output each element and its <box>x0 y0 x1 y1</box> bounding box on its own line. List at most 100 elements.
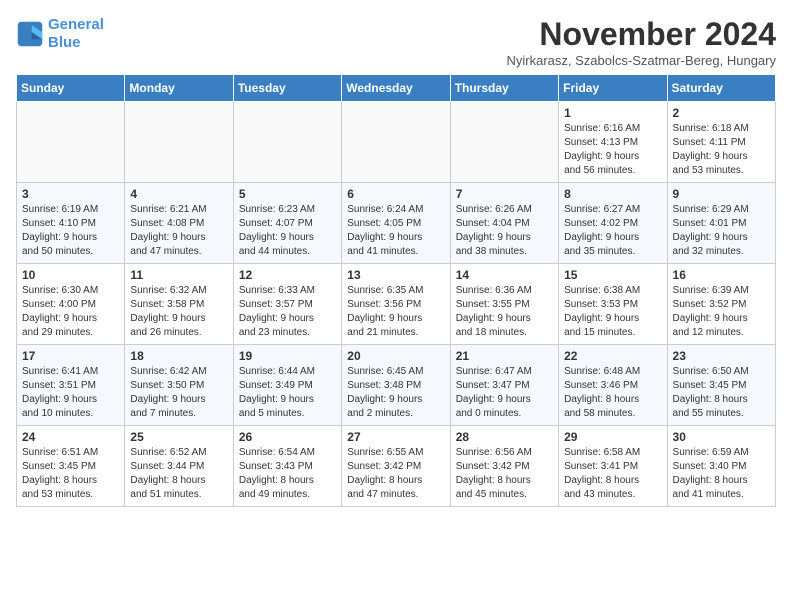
day-cell: 9 Sunrise: 6:29 AM Sunset: 4:01 PM Daylig… <box>667 183 775 264</box>
logo: General Blue <box>16 16 104 52</box>
header-wednesday: Wednesday <box>342 75 450 102</box>
day-number: 3 <box>22 187 119 201</box>
day-cell: 13 Sunrise: 6:35 AM Sunset: 3:56 PM Dayli… <box>342 264 450 345</box>
day-cell: 3 Sunrise: 6:19 AM Sunset: 4:10 PM Daylig… <box>17 183 125 264</box>
day-number: 17 <box>22 349 119 363</box>
day-info: Sunrise: 6:27 AM Sunset: 4:02 PM Dayligh… <box>564 203 661 259</box>
day-info: Sunrise: 6:19 AM Sunset: 4:10 PM Dayligh… <box>22 203 119 259</box>
day-cell: 26 Sunrise: 6:54 AM Sunset: 3:43 PM Dayli… <box>233 426 341 507</box>
day-cell: 5Sunrise: 6:23 AM Sunset: 4:07 PM Daylig… <box>233 183 341 264</box>
day-cell: 17 Sunrise: 6:41 AM Sunset: 3:51 PM Dayli… <box>17 345 125 426</box>
day-cell: 18 Sunrise: 6:42 AM Sunset: 3:50 PM Dayli… <box>125 345 233 426</box>
day-cell: 21 Sunrise: 6:47 AM Sunset: 3:47 PM Dayli… <box>450 345 558 426</box>
day-number: 13 <box>347 268 444 282</box>
day-number: 26 <box>239 430 336 444</box>
day-number: 10 <box>22 268 119 282</box>
day-number: 21 <box>456 349 553 363</box>
day-info: Sunrise: 6:30 AM Sunset: 4:00 PM Dayligh… <box>22 284 119 340</box>
day-info: Sunrise: 6:54 AM Sunset: 3:43 PM Dayligh… <box>239 446 336 502</box>
day-number: 28 <box>456 430 553 444</box>
day-cell: 12 Sunrise: 6:33 AM Sunset: 3:57 PM Dayli… <box>233 264 341 345</box>
header-saturday: Saturday <box>667 75 775 102</box>
logo-text: General Blue <box>48 16 104 52</box>
day-number: 24 <box>22 430 119 444</box>
logo-icon <box>16 20 44 48</box>
week-row-3: 10 Sunrise: 6:30 AM Sunset: 4:00 PM Dayli… <box>17 264 776 345</box>
day-info: Sunrise: 6:33 AM Sunset: 3:57 PM Dayligh… <box>239 284 336 340</box>
day-number: 5 <box>239 187 336 201</box>
day-info: Sunrise: 6:21 AM Sunset: 4:08 PM Dayligh… <box>130 203 227 259</box>
day-cell: 19 Sunrise: 6:44 AM Sunset: 3:49 PM Dayli… <box>233 345 341 426</box>
day-cell: 16 Sunrise: 6:39 AM Sunset: 3:52 PM Dayli… <box>667 264 775 345</box>
day-number: 19 <box>239 349 336 363</box>
day-cell: 25Sunrise: 6:52 AM Sunset: 3:44 PM Dayli… <box>125 426 233 507</box>
day-number: 12 <box>239 268 336 282</box>
day-info: Sunrise: 6:44 AM Sunset: 3:49 PM Dayligh… <box>239 365 336 421</box>
day-info: Sunrise: 6:45 AM Sunset: 3:48 PM Dayligh… <box>347 365 444 421</box>
day-cell: 28 Sunrise: 6:56 AM Sunset: 3:42 PM Dayli… <box>450 426 558 507</box>
day-number: 9 <box>673 187 770 201</box>
day-info: Sunrise: 6:18 AM Sunset: 4:11 PM Dayligh… <box>673 122 770 178</box>
day-info: Sunrise: 6:38 AM Sunset: 3:53 PM Dayligh… <box>564 284 661 340</box>
day-cell: 20 Sunrise: 6:45 AM Sunset: 3:48 PM Dayli… <box>342 345 450 426</box>
day-number: 18 <box>130 349 227 363</box>
day-number: 14 <box>456 268 553 282</box>
day-number: 15 <box>564 268 661 282</box>
calendar-header-row: SundayMondayTuesdayWednesdayThursdayFrid… <box>17 75 776 102</box>
day-number: 27 <box>347 430 444 444</box>
day-info: Sunrise: 6:50 AM Sunset: 3:45 PM Dayligh… <box>673 365 770 421</box>
day-info: Sunrise: 6:41 AM Sunset: 3:51 PM Dayligh… <box>22 365 119 421</box>
day-cell <box>125 102 233 183</box>
header-monday: Monday <box>125 75 233 102</box>
week-row-1: 1Sunrise: 6:16 AM Sunset: 4:13 PM Daylig… <box>17 102 776 183</box>
day-cell: 14 Sunrise: 6:36 AM Sunset: 3:55 PM Dayli… <box>450 264 558 345</box>
day-cell: 22 Sunrise: 6:48 AM Sunset: 3:46 PM Dayli… <box>559 345 667 426</box>
day-info: Sunrise: 6:29 AM Sunset: 4:01 PM Dayligh… <box>673 203 770 259</box>
day-cell <box>450 102 558 183</box>
day-cell: 2 Sunrise: 6:18 AM Sunset: 4:11 PM Daylig… <box>667 102 775 183</box>
day-number: 4 <box>130 187 227 201</box>
day-info: Sunrise: 6:42 AM Sunset: 3:50 PM Dayligh… <box>130 365 227 421</box>
week-row-4: 17 Sunrise: 6:41 AM Sunset: 3:51 PM Dayli… <box>17 345 776 426</box>
day-cell: 15 Sunrise: 6:38 AM Sunset: 3:53 PM Dayli… <box>559 264 667 345</box>
day-number: 6 <box>347 187 444 201</box>
day-info: Sunrise: 6:59 AM Sunset: 3:40 PM Dayligh… <box>673 446 770 502</box>
day-info: Sunrise: 6:36 AM Sunset: 3:55 PM Dayligh… <box>456 284 553 340</box>
day-info: Sunrise: 6:35 AM Sunset: 3:56 PM Dayligh… <box>347 284 444 340</box>
day-info: Sunrise: 6:58 AM Sunset: 3:41 PM Dayligh… <box>564 446 661 502</box>
day-info: Sunrise: 6:48 AM Sunset: 3:46 PM Dayligh… <box>564 365 661 421</box>
day-number: 1 <box>564 106 661 120</box>
day-number: 8 <box>564 187 661 201</box>
day-number: 25 <box>130 430 227 444</box>
day-info: Sunrise: 6:39 AM Sunset: 3:52 PM Dayligh… <box>673 284 770 340</box>
day-number: 11 <box>130 268 227 282</box>
header-thursday: Thursday <box>450 75 558 102</box>
day-number: 29 <box>564 430 661 444</box>
day-cell: 8 Sunrise: 6:27 AM Sunset: 4:02 PM Daylig… <box>559 183 667 264</box>
day-info: Sunrise: 6:56 AM Sunset: 3:42 PM Dayligh… <box>456 446 553 502</box>
day-info: Sunrise: 6:47 AM Sunset: 3:47 PM Dayligh… <box>456 365 553 421</box>
week-row-5: 24Sunrise: 6:51 AM Sunset: 3:45 PM Dayli… <box>17 426 776 507</box>
day-cell: 6 Sunrise: 6:24 AM Sunset: 4:05 PM Daylig… <box>342 183 450 264</box>
day-cell: 1Sunrise: 6:16 AM Sunset: 4:13 PM Daylig… <box>559 102 667 183</box>
day-cell: 10 Sunrise: 6:30 AM Sunset: 4:00 PM Dayli… <box>17 264 125 345</box>
day-cell: 4 Sunrise: 6:21 AM Sunset: 4:08 PM Daylig… <box>125 183 233 264</box>
day-info: Sunrise: 6:32 AM Sunset: 3:58 PM Dayligh… <box>130 284 227 340</box>
day-number: 22 <box>564 349 661 363</box>
location: Nyirkarasz, Szabolcs-Szatmar-Bereg, Hung… <box>507 53 776 68</box>
month-title: November 2024 <box>507 16 776 53</box>
page-header: General Blue November 2024 Nyirkarasz, S… <box>16 16 776 68</box>
day-cell <box>233 102 341 183</box>
header-tuesday: Tuesday <box>233 75 341 102</box>
calendar-table: SundayMondayTuesdayWednesdayThursdayFrid… <box>16 74 776 507</box>
day-number: 23 <box>673 349 770 363</box>
day-number: 20 <box>347 349 444 363</box>
day-cell: 23 Sunrise: 6:50 AM Sunset: 3:45 PM Dayli… <box>667 345 775 426</box>
title-block: November 2024 Nyirkarasz, Szabolcs-Szatm… <box>507 16 776 68</box>
day-number: 2 <box>673 106 770 120</box>
day-number: 30 <box>673 430 770 444</box>
day-info: Sunrise: 6:24 AM Sunset: 4:05 PM Dayligh… <box>347 203 444 259</box>
day-number: 16 <box>673 268 770 282</box>
day-cell: 11 Sunrise: 6:32 AM Sunset: 3:58 PM Dayli… <box>125 264 233 345</box>
day-cell: 7Sunrise: 6:26 AM Sunset: 4:04 PM Daylig… <box>450 183 558 264</box>
